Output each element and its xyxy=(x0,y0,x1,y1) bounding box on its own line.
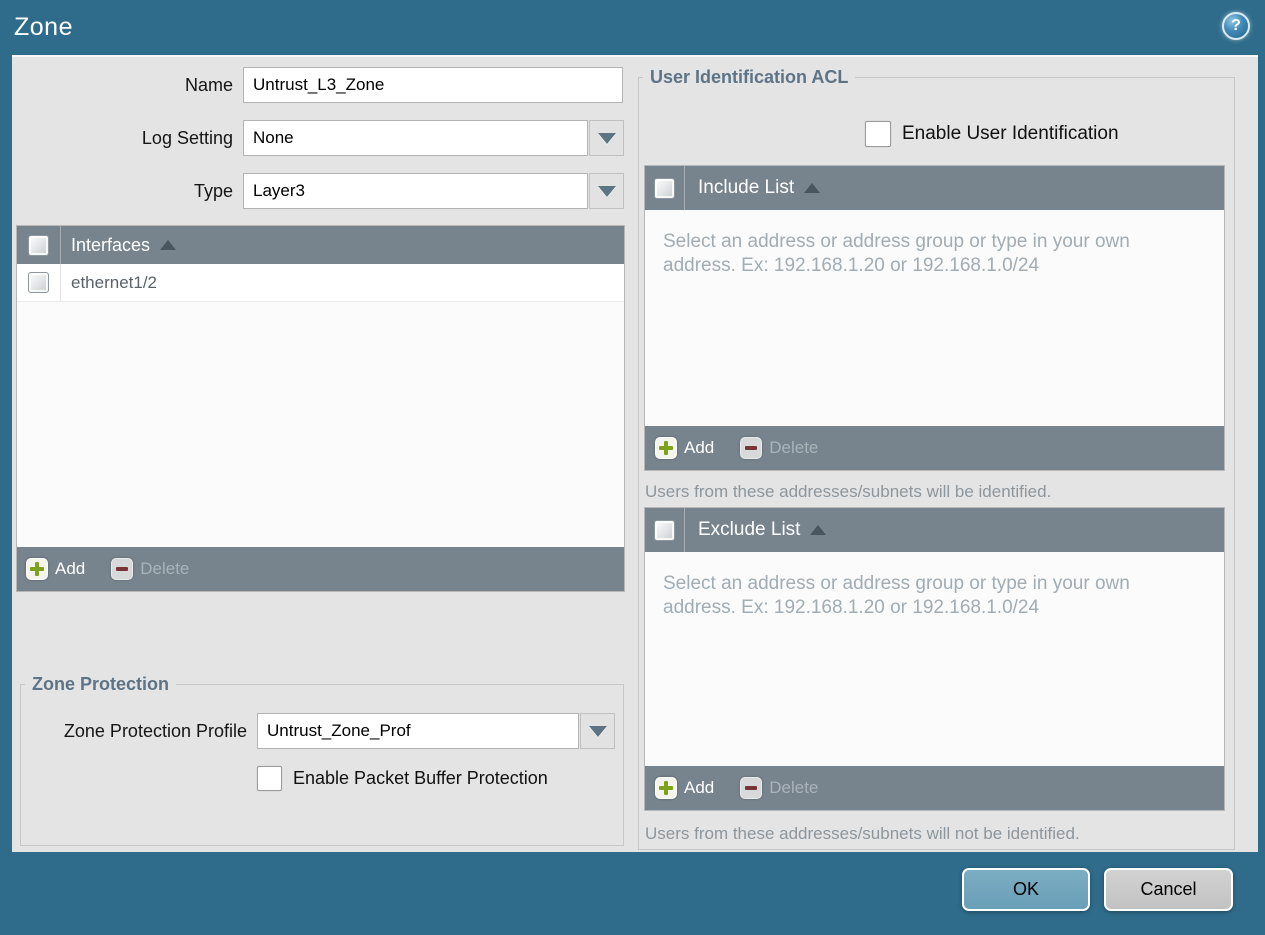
exclude-list-header[interactable]: Exclude List xyxy=(645,508,1224,552)
log-setting-dropdown-button[interactable] xyxy=(589,120,624,156)
sort-ascending-icon xyxy=(804,183,821,193)
chevron-down-icon xyxy=(588,725,607,737)
exclude-list-add-button[interactable]: Add xyxy=(655,777,714,799)
include-list-delete-label: Delete xyxy=(769,438,819,457)
include-list-header[interactable]: Include List xyxy=(645,166,1224,210)
sort-ascending-icon xyxy=(160,240,177,250)
interface-row-checkbox[interactable] xyxy=(28,272,49,293)
zone-form: Name Log Setting Type xyxy=(12,67,637,226)
packet-buffer-protection-row: Enable Packet Buffer Protection xyxy=(257,766,623,791)
include-list-select-all-cell xyxy=(645,166,685,210)
interfaces-add-label: Add xyxy=(55,559,86,578)
ok-button[interactable]: OK xyxy=(962,868,1090,911)
sort-ascending-icon xyxy=(810,525,827,535)
interface-row-checkbox-cell xyxy=(17,264,61,301)
exclude-list-placeholder: Select an address or address group or ty… xyxy=(645,552,1224,766)
add-icon xyxy=(655,777,677,799)
user-identification-acl-section: User Identification ACL Enable User Iden… xyxy=(638,67,1235,850)
delete-icon xyxy=(111,558,134,580)
help-icon[interactable]: ? xyxy=(1222,12,1250,40)
chevron-down-icon xyxy=(597,132,616,144)
interfaces-delete-label: Delete xyxy=(140,559,190,578)
zone-protection-profile-input[interactable] xyxy=(257,713,579,749)
interfaces-select-all-cell xyxy=(17,226,61,264)
include-list-column-header: Include List xyxy=(698,177,795,198)
interfaces-delete-button[interactable]: Delete xyxy=(111,558,189,580)
exclude-list-toolbar: Add Delete xyxy=(645,766,1224,810)
name-label: Name xyxy=(184,74,233,95)
exclude-list-column-header: Exclude List xyxy=(698,519,801,540)
name-input[interactable] xyxy=(243,67,623,103)
include-list-note: Users from these addresses/subnets will … xyxy=(645,482,1052,501)
dialog-titlebar: Zone ? xyxy=(0,0,1265,55)
packet-buffer-protection-checkbox[interactable] xyxy=(257,766,282,791)
exclude-list-select-all-checkbox[interactable] xyxy=(654,519,675,541)
exclude-list-select-all-cell xyxy=(645,508,685,552)
zone-dialog: Zone ? Name Log Setting Type xyxy=(0,0,1265,935)
zone-protection-profile-label: Zone Protection Profile xyxy=(63,720,247,741)
enable-user-identification-row: Enable User Identification xyxy=(865,121,1119,147)
include-list-placeholder: Select an address or address group or ty… xyxy=(645,210,1224,426)
include-list-add-button[interactable]: Add xyxy=(655,437,714,459)
interfaces-table-body xyxy=(17,302,624,547)
interfaces-table: Interfaces ethernet1/2 Add Delete xyxy=(16,225,625,592)
dialog-title: Zone xyxy=(14,13,73,41)
zone-protection-section: Zone Protection Zone Protection Profile … xyxy=(20,674,624,846)
interfaces-toolbar: Add Delete xyxy=(17,547,624,591)
interfaces-select-all-checkbox[interactable] xyxy=(28,234,49,256)
log-setting-row: Log Setting xyxy=(12,120,637,156)
name-row: Name xyxy=(12,67,637,103)
add-icon xyxy=(655,437,677,459)
exclude-list-delete-button[interactable]: Delete xyxy=(740,777,818,799)
include-list-delete-button[interactable]: Delete xyxy=(740,437,818,459)
log-setting-input[interactable] xyxy=(243,120,588,156)
type-dropdown-button[interactable] xyxy=(589,173,624,209)
interface-row[interactable]: ethernet1/2 xyxy=(17,264,624,302)
packet-buffer-protection-label: Enable Packet Buffer Protection xyxy=(293,768,548,788)
log-setting-label: Log Setting xyxy=(141,127,233,148)
exclude-list-delete-label: Delete xyxy=(769,778,819,797)
add-icon xyxy=(26,558,48,580)
interface-row-label: ethernet1/2 xyxy=(71,272,158,292)
dialog-body: Name Log Setting Type xyxy=(12,55,1258,852)
zone-protection-profile-row: Zone Protection Profile xyxy=(21,713,623,749)
exclude-list-note: Users from these addresses/subnets will … xyxy=(645,824,1080,843)
enable-user-identification-label: Enable User Identification xyxy=(902,123,1119,144)
cancel-button[interactable]: Cancel xyxy=(1104,868,1233,911)
delete-icon xyxy=(740,777,763,799)
delete-icon xyxy=(740,437,763,459)
interfaces-column-header: Interfaces xyxy=(71,234,151,255)
include-list-add-label: Add xyxy=(684,438,715,457)
interfaces-add-button[interactable]: Add xyxy=(26,558,85,580)
type-input[interactable] xyxy=(243,173,588,209)
include-list-toolbar: Add Delete xyxy=(645,426,1224,470)
include-list-select-all-checkbox[interactable] xyxy=(654,177,675,199)
zone-protection-profile-dropdown-button[interactable] xyxy=(580,713,615,749)
exclude-list-table: Exclude List Select an address or addres… xyxy=(644,507,1225,811)
enable-user-identification-checkbox[interactable] xyxy=(865,121,891,147)
chevron-down-icon xyxy=(597,185,616,197)
interfaces-table-header[interactable]: Interfaces xyxy=(17,226,624,264)
type-label: Type xyxy=(193,180,233,201)
user-identification-acl-legend: User Identification ACL xyxy=(650,67,849,87)
type-row: Type xyxy=(12,173,637,209)
exclude-list-add-label: Add xyxy=(684,778,715,797)
zone-protection-legend: Zone Protection xyxy=(32,674,170,694)
include-list-table: Include List Select an address or addres… xyxy=(644,165,1225,471)
